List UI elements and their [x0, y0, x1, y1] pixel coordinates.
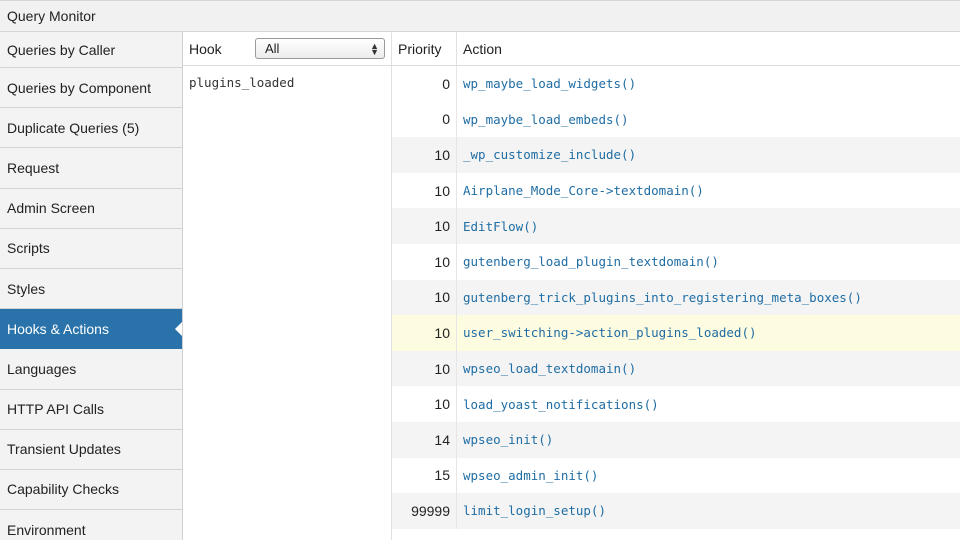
- sidebar-nav: Queries by Caller Queries by Component D…: [0, 32, 183, 540]
- action-link[interactable]: wpseo_init(): [457, 432, 553, 447]
- action-link[interactable]: wpseo_load_textdomain(): [457, 361, 636, 376]
- priority-cell: 14: [392, 421, 457, 458]
- action-link[interactable]: user_switching->action_plugins_loaded(): [457, 325, 757, 340]
- action-link[interactable]: EditFlow(): [457, 219, 538, 234]
- hook-name-cell: plugins_loaded: [183, 66, 392, 540]
- table-row: 15 wpseo_admin_init(): [392, 457, 960, 494]
- table-row: 10 load_yoast_notifications(): [392, 386, 960, 422]
- sidebar-item-transient-updates[interactable]: Transient Updates: [0, 430, 182, 470]
- priority-header: Priority: [392, 32, 457, 65]
- action-link[interactable]: gutenberg_trick_plugins_into_registering…: [457, 290, 862, 305]
- main-area: Queries by Caller Queries by Component D…: [0, 32, 960, 540]
- table-row: 10 Airplane_Mode_Core->textdomain(): [392, 172, 960, 209]
- sidebar-item-scripts[interactable]: Scripts: [0, 229, 182, 269]
- select-arrows-icon: ▲ ▼: [370, 40, 379, 57]
- sidebar-item-environment[interactable]: Environment: [0, 510, 182, 540]
- priority-cell: 10: [392, 279, 457, 316]
- table-row: 10 _wp_customize_include(): [392, 137, 960, 173]
- priority-cell: 10: [392, 386, 457, 422]
- table-row: 99999 limit_login_setup(): [392, 493, 960, 529]
- panel-title: Query Monitor: [0, 0, 960, 32]
- table-row: 0 wp_maybe_load_widgets(): [392, 66, 960, 102]
- action-link[interactable]: _wp_customize_include(): [457, 147, 636, 162]
- action-link[interactable]: gutenberg_load_plugin_textdomain(): [457, 254, 719, 269]
- hook-filter-select[interactable]: All ▲ ▼: [255, 38, 385, 59]
- action-header: Action: [463, 40, 502, 57]
- table-row: 10 wpseo_load_textdomain(): [392, 350, 960, 387]
- table-row: 14 wpseo_init(): [392, 421, 960, 458]
- table-header: Hook All ▲ ▼ Priority Action: [183, 32, 960, 66]
- sidebar-item-languages[interactable]: Languages: [0, 349, 182, 390]
- action-link[interactable]: load_yoast_notifications(): [457, 397, 659, 412]
- priority-cell: 10: [392, 350, 457, 387]
- action-rows: 0 wp_maybe_load_widgets() 0 wp_maybe_loa…: [392, 66, 960, 529]
- sidebar-item-queries-by-caller[interactable]: Queries by Caller: [0, 32, 182, 68]
- sidebar-item-capability-checks[interactable]: Capability Checks: [0, 470, 182, 511]
- sidebar-item-duplicate-queries[interactable]: Duplicate Queries (5): [0, 108, 182, 149]
- priority-cell: 15: [392, 457, 457, 494]
- priority-cell: 10: [392, 208, 457, 244]
- sidebar-item-http-api-calls[interactable]: HTTP API Calls: [0, 390, 182, 430]
- hook-header: Hook All ▲ ▼: [183, 32, 392, 65]
- priority-cell: 10: [392, 172, 457, 209]
- action-link[interactable]: wp_maybe_load_widgets(): [457, 76, 636, 91]
- priority-cell: 0: [392, 101, 457, 138]
- priority-cell: 10: [392, 315, 457, 351]
- action-link[interactable]: wp_maybe_load_embeds(): [457, 112, 629, 127]
- sidebar-item-hooks-actions[interactable]: Hooks & Actions: [0, 309, 182, 350]
- sidebar-item-admin-screen[interactable]: Admin Screen: [0, 189, 182, 229]
- sidebar-item-request[interactable]: Request: [0, 148, 182, 189]
- table-row: 10 EditFlow(): [392, 208, 960, 244]
- action-link[interactable]: limit_login_setup(): [457, 503, 606, 518]
- priority-cell: 10: [392, 137, 457, 173]
- hooks-table: Hook All ▲ ▼ Priority Action plugins_load…: [183, 32, 960, 540]
- table-row-highlighted: 10 user_switching->action_plugins_loaded…: [392, 315, 960, 351]
- table-row: 10 gutenberg_load_plugin_textdomain(): [392, 243, 960, 280]
- table-row: 10 gutenberg_trick_plugins_into_register…: [392, 279, 960, 316]
- priority-cell: 0: [392, 66, 457, 102]
- priority-cell: 10: [392, 243, 457, 280]
- sidebar-item-queries-by-component[interactable]: Queries by Component: [0, 68, 182, 109]
- hook-column-label: Hook: [189, 40, 222, 57]
- hook-filter-value: All: [265, 41, 280, 56]
- table-row: 0 wp_maybe_load_embeds(): [392, 101, 960, 138]
- action-link[interactable]: wpseo_admin_init(): [457, 468, 598, 483]
- sidebar-item-styles[interactable]: Styles: [0, 269, 182, 310]
- action-link[interactable]: Airplane_Mode_Core->textdomain(): [457, 183, 704, 198]
- priority-cell: 99999: [392, 493, 457, 529]
